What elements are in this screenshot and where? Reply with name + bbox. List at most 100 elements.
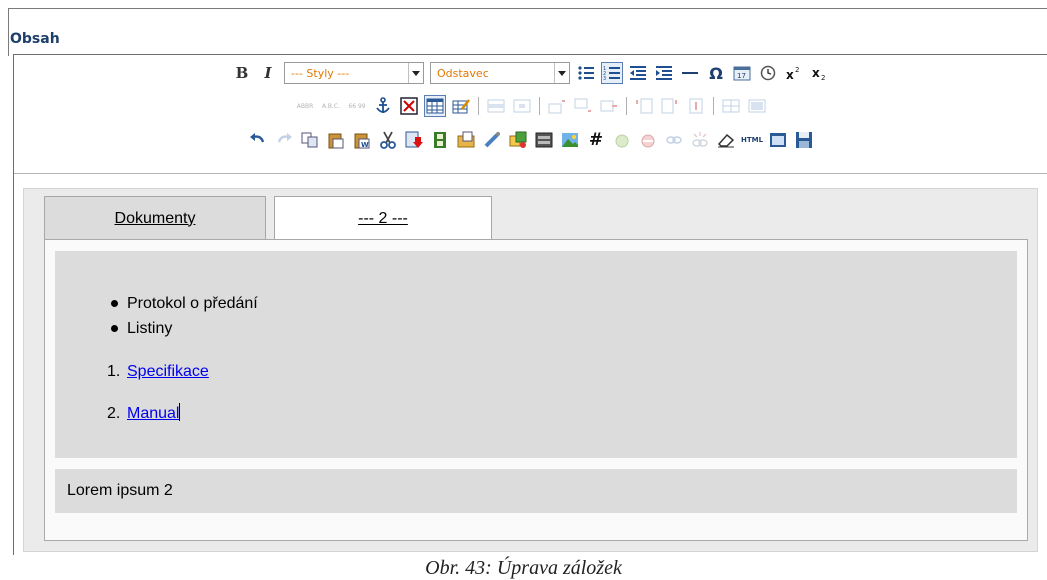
insert-file-button[interactable] <box>455 129 477 151</box>
svg-text:3: 3 <box>603 76 606 81</box>
italic-button[interactable]: I <box>257 62 279 84</box>
bullet-list-button[interactable] <box>575 62 597 84</box>
quote-icon: 66 99 <box>348 102 366 110</box>
acronym-icon: A.B.C. <box>321 102 341 110</box>
bold-button[interactable]: B <box>231 62 253 84</box>
redo-icon <box>277 133 292 143</box>
italic-icon: I <box>264 64 272 82</box>
chain-button[interactable] <box>663 129 685 151</box>
tab-footer[interactable]: Lorem ipsum 2 <box>55 469 1017 513</box>
insert-date-button[interactable]: 17 <box>731 62 753 84</box>
field-label: Obsah <box>10 31 60 47</box>
insert-col-before-button[interactable] <box>633 95 655 117</box>
delete-col-button[interactable] <box>685 95 707 117</box>
template-button[interactable] <box>403 129 425 151</box>
format-select[interactable]: Odstavec <box>430 62 570 84</box>
anchor-icon <box>376 97 390 113</box>
insert-col-after-button[interactable] <box>659 95 681 117</box>
link-icon <box>615 134 629 148</box>
special-character-button[interactable]: Ω <box>705 62 727 84</box>
insert-row-before-button[interactable] <box>546 95 568 117</box>
media-button[interactable] <box>429 129 451 151</box>
frame-border-left <box>8 8 9 56</box>
merge-cells-button[interactable] <box>746 95 768 117</box>
form-button[interactable] <box>533 129 555 151</box>
chain-icon <box>666 136 682 144</box>
folder-icon <box>457 131 475 148</box>
form-icon <box>535 132 553 148</box>
paste-icon <box>328 133 344 149</box>
unlink-button[interactable] <box>637 129 659 151</box>
figure-caption: Obr. 43: Úprava záložek <box>425 557 622 579</box>
svg-text:2: 2 <box>821 74 825 81</box>
editor-content-area[interactable]: Dokumenty --- 2 --- Protokol o předání L… <box>23 188 1038 552</box>
table-button[interactable] <box>424 95 446 117</box>
clean-format-button[interactable] <box>715 129 737 151</box>
fullscreen-button[interactable] <box>767 129 789 151</box>
cite-button[interactable]: 66 99 <box>346 95 368 117</box>
link-tool-button[interactable] <box>481 129 503 151</box>
indent-button[interactable] <box>653 62 675 84</box>
toolbar-separator <box>478 97 479 115</box>
table-properties-button[interactable] <box>450 95 472 117</box>
gallery-button[interactable] <box>507 129 529 151</box>
copy-button[interactable] <box>299 129 321 151</box>
split-cells-button[interactable] <box>720 95 742 117</box>
insert-time-button[interactable] <box>757 62 779 84</box>
broken-chain-icon <box>692 132 708 147</box>
numbered-list-button[interactable]: 123 <box>601 62 623 84</box>
numbered-list-icon: 123 <box>603 66 620 81</box>
undo-button[interactable] <box>247 129 269 151</box>
numbered-list: 1. Specifikace 2. Manual <box>107 362 209 445</box>
insert-row-after-button[interactable] <box>572 95 594 117</box>
image-icon <box>400 97 418 115</box>
toolbar-row-2: ABBR A.B.C. 66 99 <box>14 93 1047 119</box>
break-chain-button[interactable] <box>689 129 711 151</box>
svg-text:17: 17 <box>737 72 746 80</box>
merge-cells-icon <box>748 99 766 113</box>
tab-content[interactable]: Protokol o předání Listiny 1. Specifikace… <box>55 251 1017 458</box>
svg-text:2: 2 <box>795 66 799 74</box>
link-specifikace[interactable]: Specifikace <box>127 363 209 380</box>
table-cell-icon <box>513 99 531 113</box>
paste-word-button[interactable]: W <box>351 129 373 151</box>
paste-button[interactable] <box>325 129 347 151</box>
outdent-button[interactable] <box>627 62 649 84</box>
hash-icon: # <box>588 130 604 150</box>
cut-button[interactable] <box>377 129 399 151</box>
tab-dokumenty[interactable]: Dokumenty <box>44 196 266 240</box>
link-button[interactable] <box>611 129 633 151</box>
toolbar-separator <box>626 97 627 115</box>
insert-picture-button[interactable] <box>559 129 581 151</box>
acronym-button[interactable]: A.B.C. <box>320 95 342 117</box>
omega-icon: Ω <box>709 63 723 83</box>
subscript-button[interactable]: x2 <box>809 62 831 84</box>
delete-row-button[interactable] <box>598 95 620 117</box>
save-button[interactable] <box>793 129 815 151</box>
link-manual[interactable]: Manual <box>127 405 179 422</box>
horizontal-rule-icon <box>682 72 698 74</box>
redo-button[interactable] <box>273 129 295 151</box>
delete-row-icon <box>600 100 617 112</box>
abbr-button[interactable]: ABBR <box>294 95 316 117</box>
anchor-button[interactable] <box>372 95 394 117</box>
cell-properties-button[interactable] <box>511 95 533 117</box>
toolbar-separator <box>539 97 540 115</box>
tab-bar: Dokumenty --- 2 --- <box>44 196 492 240</box>
style-select[interactable]: --- Styly --- <box>284 62 424 84</box>
editor-toolbar: B I --- Styly --- Odstavec 123 Ω 17 x 2 … <box>14 55 1047 174</box>
insert-image-button[interactable] <box>398 95 420 117</box>
horizontal-rule-button[interactable] <box>679 62 701 84</box>
row-properties-button[interactable] <box>485 95 507 117</box>
hash-button[interactable]: # <box>585 129 607 151</box>
chevron-down-icon[interactable] <box>408 63 423 83</box>
chevron-down-icon[interactable] <box>554 63 569 83</box>
html-source-button[interactable]: HTML <box>741 129 763 151</box>
tab-2[interactable]: --- 2 --- <box>274 196 492 240</box>
delete-col-icon <box>689 98 703 114</box>
svg-text:W: W <box>361 141 369 149</box>
superscript-button[interactable]: x2 <box>783 62 805 84</box>
toolbar-row-3: W # HTML <box>14 127 1047 153</box>
copy-icon <box>301 132 318 148</box>
indent-icon <box>656 66 672 80</box>
